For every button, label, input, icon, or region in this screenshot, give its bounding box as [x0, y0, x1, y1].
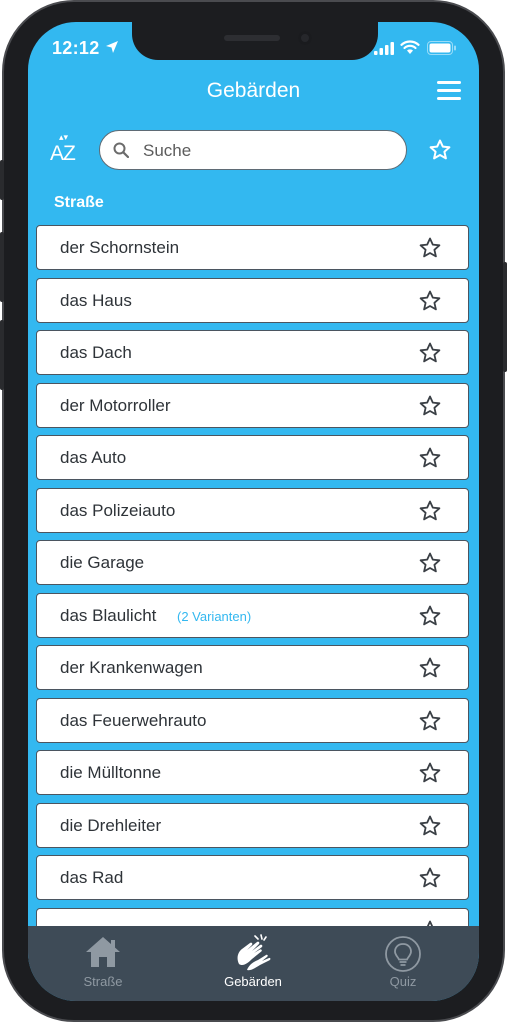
lightbulb-icon [385, 936, 421, 972]
favorite-star-icon[interactable] [418, 761, 442, 785]
front-camera [298, 31, 312, 45]
list-item[interactable]: der Schornstein [36, 225, 469, 270]
section-title: Straße [54, 194, 104, 211]
list-item[interactable]: die Garage [36, 540, 469, 585]
list-item[interactable]: der Krankenwagen [36, 645, 469, 690]
search-row: ▴▾ A Z [28, 128, 479, 174]
search-icon [113, 142, 129, 158]
volume-up-button [0, 232, 4, 302]
favorite-star-icon[interactable] [418, 499, 442, 523]
cellular-signal-icon [374, 42, 394, 55]
wifi-icon [400, 40, 420, 54]
location-arrow-icon [106, 41, 118, 53]
list-item[interactable]: das Blaulicht (2 Varianten) [36, 592, 469, 638]
list-item[interactable]: das Haus [36, 277, 469, 323]
app-bar: Gebärden [28, 72, 479, 112]
item-label: das Blaulicht [60, 605, 157, 625]
item-label: der Motorroller [60, 395, 171, 415]
item-label: das Polizeiauto [60, 500, 176, 520]
favorite-star-icon[interactable] [418, 394, 442, 418]
item-label: das Feuerwehrauto [60, 710, 207, 730]
tab-label: Straße [83, 974, 123, 989]
variant-count-label: (2 Varianten) [177, 608, 252, 624]
favorite-star-icon[interactable] [418, 814, 442, 838]
item-label: das Rad [60, 868, 124, 887]
tab-label: Quiz [389, 974, 417, 989]
favorite-star-icon[interactable] [418, 341, 442, 365]
hamburger-menu-icon[interactable] [437, 81, 461, 101]
list-item[interactable]: die Mülltonne [36, 750, 469, 795]
signing-hands-icon [237, 934, 271, 971]
item-label: die Mülltonne [60, 763, 162, 782]
screen: 12:12 Gebärden ▴▾ A Z Suche Straße der S… [28, 22, 479, 1001]
status-time: 12:12 [52, 38, 100, 58]
earpiece-speaker [224, 35, 280, 41]
item-label: das Auto [60, 448, 127, 467]
item-label: die Garage [60, 553, 145, 572]
list-item[interactable]: das Feuerwehrauto [36, 697, 469, 743]
favorites-filter-star-icon[interactable] [428, 138, 452, 162]
favorite-star-icon[interactable] [418, 866, 442, 890]
favorite-star-icon[interactable] [418, 551, 442, 575]
page-title: Gebärden [206, 79, 301, 102]
list-item[interactable]: das Auto [36, 435, 469, 480]
favorite-star-icon[interactable] [418, 604, 442, 628]
power-button [503, 262, 507, 372]
sort-az-icon[interactable]: ▴▾ A Z [50, 132, 82, 168]
list-item[interactable]: die Drehleiter [36, 802, 469, 848]
battery-icon [427, 41, 456, 55]
list-item[interactable]: das Rad [36, 855, 469, 900]
search-input[interactable] [141, 131, 395, 170]
list-item[interactable]: das Polizeiauto [36, 487, 469, 533]
favorite-star-icon[interactable] [418, 289, 442, 313]
list-item[interactable]: das Dach [36, 330, 469, 375]
item-label: das Haus [60, 290, 132, 310]
tab-label: Gebärden [224, 974, 282, 989]
item-label: das Dach [60, 343, 132, 362]
notch [132, 22, 378, 60]
search-box[interactable] [99, 130, 407, 170]
favorite-star-icon[interactable] [418, 236, 442, 260]
item-label: der Schornstein [60, 238, 180, 257]
favorite-star-icon[interactable] [418, 656, 442, 680]
tab-strasse[interactable]: Straße [28, 926, 178, 1001]
list-item[interactable]: der Motorroller [36, 382, 469, 428]
volume-down-button [0, 320, 4, 390]
tab-gebaerden[interactable]: Gebärden [178, 926, 328, 1001]
favorite-star-icon[interactable] [418, 446, 442, 470]
item-label: der Krankenwagen [60, 658, 203, 677]
tab-quiz[interactable]: Quiz [328, 926, 478, 1001]
house-icon [86, 937, 120, 967]
favorite-star-icon[interactable] [418, 709, 442, 733]
bottom-tab-bar: Straße Gebärden Quiz [28, 926, 479, 1001]
item-label: die Drehleiter [60, 815, 162, 835]
mute-switch [0, 160, 4, 200]
